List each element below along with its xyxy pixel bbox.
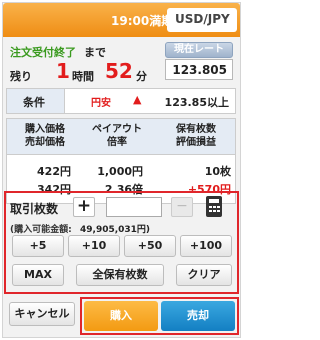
step-plus-5-button[interactable]: +5 xyxy=(12,235,64,257)
step-plus-100-button[interactable]: +100 xyxy=(180,235,232,257)
quantity-label: 取引枚数 xyxy=(10,202,59,216)
header-price: 購入価格 売却価格 xyxy=(15,123,75,149)
cancel-button[interactable]: キャンセル xyxy=(9,302,75,326)
remaining-hours: 1 xyxy=(56,59,70,83)
header-payout-line1: ペイアウト xyxy=(92,124,142,135)
header-payout: ペイアウト 倍率 xyxy=(85,123,149,149)
clear-button[interactable]: クリア xyxy=(176,264,232,286)
condition-direction: 円安 xyxy=(91,98,111,109)
header-holdings: 保有枚数 評価損益 xyxy=(161,123,231,149)
condition-label-cell: 条件 xyxy=(7,89,65,113)
calculator-icon[interactable] xyxy=(206,196,222,217)
step-plus-50-button[interactable]: +50 xyxy=(124,235,176,257)
max-button[interactable]: MAX xyxy=(12,264,64,286)
order-deadline-suffix: まで xyxy=(84,46,106,59)
payout: 1,000円 xyxy=(97,165,143,178)
header-bar: 19:00満期 USD/JPY xyxy=(3,3,240,37)
header-holdings-line2: 評価損益 xyxy=(176,137,216,148)
remaining-minutes-unit: 分 xyxy=(136,70,147,83)
current-rate-value: 123.805 xyxy=(172,63,227,77)
available-amount-label: (購入可能金額: xyxy=(10,225,72,235)
condition-label: 条件 xyxy=(23,96,45,109)
remaining-hours-unit: 時間 xyxy=(72,70,94,83)
condition-value: 123.85以上 xyxy=(164,96,229,109)
header-payout-line2: 倍率 xyxy=(107,137,127,148)
current-rate-box: 123.805 xyxy=(165,59,233,80)
expiry-time: 19:00満期 xyxy=(111,14,174,28)
quantity-input[interactable] xyxy=(106,197,162,217)
table-header: 購入価格 売却価格 ペイアウト 倍率 保有枚数 評価損益 xyxy=(7,119,235,155)
available-amount-value: 49,905,031円) xyxy=(80,225,151,235)
header-holdings-line1: 保有枚数 xyxy=(176,124,216,135)
order-deadline-label: 注文受付終了 xyxy=(10,46,76,59)
buy-price: 422円 xyxy=(37,165,71,178)
quantity-plus-button[interactable]: + xyxy=(73,197,95,217)
step-plus-10-button[interactable]: +10 xyxy=(68,235,120,257)
currency-pair-box[interactable]: USD/JPY xyxy=(167,8,237,32)
remaining-label: 残り xyxy=(10,70,32,83)
header-price-line2: 売却価格 xyxy=(25,137,65,148)
buy-button[interactable]: 購入 xyxy=(84,301,158,331)
holdings-count: 10枚 xyxy=(204,165,231,178)
currency-pair: USD/JPY xyxy=(175,12,230,26)
current-rate-button[interactable]: 現在レート xyxy=(165,42,233,58)
sell-button[interactable]: 売却 xyxy=(161,301,235,331)
all-holdings-button[interactable]: 全保有枚数 xyxy=(76,264,164,286)
up-arrow-icon: ▲ xyxy=(133,93,142,106)
condition-row: 条件 円安 ▲ 123.85以上 xyxy=(6,88,236,114)
remaining-minutes: 52 xyxy=(105,59,133,83)
quantity-minus-button[interactable]: − xyxy=(171,197,193,217)
header-price-line1: 購入価格 xyxy=(25,124,65,135)
